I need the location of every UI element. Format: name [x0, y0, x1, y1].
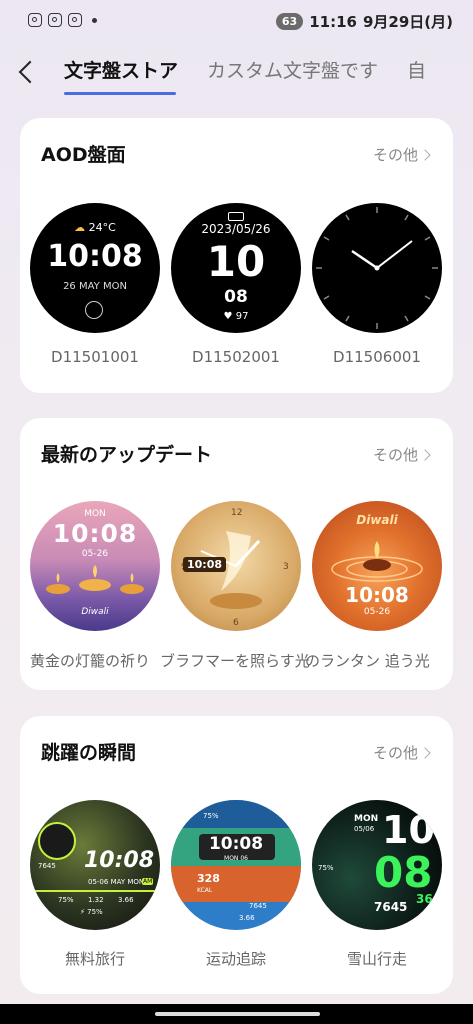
face-pct: 75% [203, 812, 219, 820]
watch-face-snow-mountain[interactable]: MON 05/06 10 08 36 75% 7645 [312, 800, 442, 930]
watch-face-sport-tracking[interactable]: 75% 10:08 MON 06 328 KCAL 7645 3.66 [171, 800, 301, 930]
battery-badge: 63 [275, 13, 304, 30]
instagram-icon [28, 13, 42, 27]
charge-icon [85, 301, 103, 319]
tab-custom[interactable]: カスタム文字盤です [207, 56, 378, 83]
lamp-icon [331, 541, 423, 582]
watch-face-golden-lantern[interactable]: MON 10:08 05-26 Diwali [30, 501, 160, 631]
chevron-right-icon [419, 449, 431, 461]
face-ampm: AM [142, 878, 154, 885]
face-metric: 1.32 [88, 896, 104, 904]
face-orange-band [171, 866, 301, 902]
divider [30, 890, 160, 892]
face-hour: 10 [382, 808, 435, 852]
watch-face-lantern[interactable]: Diwali 10:08 05-26 [312, 501, 442, 631]
face-caption: 运动追踪 [205, 950, 266, 968]
tab-my[interactable]: 自 [407, 56, 426, 83]
face-steps: 7645 [374, 900, 408, 914]
tab-bar: 文字盤ストア カスタム文字盤です 自 [0, 48, 473, 98]
tab-store[interactable]: 文字盤ストア [64, 56, 178, 83]
face-minute: 08 [224, 287, 248, 307]
face-date: 05-06 MAY MON [88, 878, 145, 886]
face-date: 05-26 [363, 607, 391, 617]
active-tab-indicator [64, 92, 176, 95]
face-time: 10:08 [84, 848, 155, 873]
face-steps: 7645 [38, 862, 56, 870]
face-time: 10:08 [47, 239, 143, 274]
face-second: 36 [416, 892, 433, 906]
face-date: 05-26 [81, 549, 109, 559]
status-date: 9月29日(月) [362, 13, 453, 31]
face-pct: 75% [318, 864, 334, 872]
home-indicator[interactable] [155, 1012, 320, 1016]
lamps-icon [46, 565, 144, 594]
motorbike-icon [38, 822, 76, 860]
navigation-bar [0, 1004, 473, 1024]
face-battery: ⚡ 75% [80, 908, 103, 916]
leap-card: 跳躍の瞬間 その他 10:08 05-06 MAY MON AM 7645 75… [20, 716, 453, 994]
face-metric: 3.66 [118, 896, 134, 904]
back-icon[interactable] [18, 60, 42, 84]
face-caption: ブラフマーを照らす光 [160, 652, 310, 670]
face-time: 10:08 [52, 519, 138, 548]
face-caption: D11506001 [333, 348, 421, 366]
svg-text:12: 12 [231, 508, 242, 518]
face-steps: 7645 [249, 902, 267, 910]
face-time: 10:08 [183, 557, 227, 572]
face-caption: 無料旅行 [64, 950, 125, 968]
face-day: MON [84, 509, 106, 519]
face-caption: のランタン 追う光 [305, 652, 430, 670]
instagram-icon [48, 13, 62, 27]
face-caption: 雪山行走 [346, 950, 407, 968]
face-metric: 75% [58, 896, 74, 904]
face-date: 2023/05/26 [201, 222, 271, 236]
battery-icon [228, 212, 244, 221]
face-minute: 08 [374, 848, 433, 897]
more-link[interactable]: その他 [373, 444, 431, 465]
notification-icons [28, 13, 97, 27]
face-dist: 3.66 [239, 914, 255, 922]
section-title: 跳躍の瞬間 [41, 742, 137, 764]
analog-clock-icon [316, 207, 438, 329]
watch-face-d11501001[interactable]: ☁ 24°C 10:08 26 MAY MON [30, 203, 160, 333]
face-time: 10:08 [345, 583, 409, 607]
status-bar: 63 11:16 9月29日(月) [0, 0, 473, 44]
section-title: 最新のアップデート [41, 444, 213, 466]
face-temp: ☁ 24°C [74, 221, 116, 234]
face-heart: ♥ 97 [223, 311, 249, 322]
aod-card: AOD盤面 その他 ☁ 24°C 10:08 26 MAY MON D11501… [20, 118, 453, 393]
watch-face-d11506001[interactable] [312, 203, 442, 333]
watch-face-d11502001[interactable]: 2023/05/26 10 08 ♥ 97 [171, 203, 301, 333]
face-brand: Diwali [356, 513, 398, 527]
svg-text:3: 3 [283, 562, 289, 572]
face-time: 10:08 [208, 834, 264, 854]
watch-face-brahma[interactable]: 12369 10:08 [171, 501, 301, 631]
face-day: MON [354, 814, 379, 824]
svg-text:6: 6 [233, 618, 239, 628]
chevron-right-icon [419, 747, 431, 759]
latest-card: 最新のアップデート その他 MON 10:08 05-26 Diwali 12 3… [20, 418, 453, 690]
face-caption: D11502001 [192, 348, 280, 366]
status-time: 11:16 [309, 12, 357, 31]
more-notifications-dot [92, 17, 97, 23]
face-hour: 10 [206, 237, 266, 286]
face-date: 05/06 [354, 825, 375, 833]
face-brand: Diwali [81, 607, 109, 617]
more-link[interactable]: その他 [373, 144, 431, 165]
face-top-band [171, 800, 301, 828]
face-caption: 黄金の灯籠の祈り [30, 652, 151, 670]
more-link[interactable]: その他 [373, 742, 431, 763]
face-kcal: 328 [197, 872, 220, 885]
scan-icon [68, 13, 82, 27]
section-title: AOD盤面 [41, 144, 126, 166]
watch-face-free-travel[interactable]: 10:08 05-06 MAY MON AM 7645 75% 1.32 3.6… [30, 800, 160, 930]
face-kcal-label: KCAL [197, 887, 213, 894]
chevron-right-icon [419, 149, 431, 161]
face-date: MON 06 [224, 855, 248, 862]
face-date: 26 MAY MON [63, 281, 127, 292]
face-caption: D11501001 [51, 348, 139, 366]
